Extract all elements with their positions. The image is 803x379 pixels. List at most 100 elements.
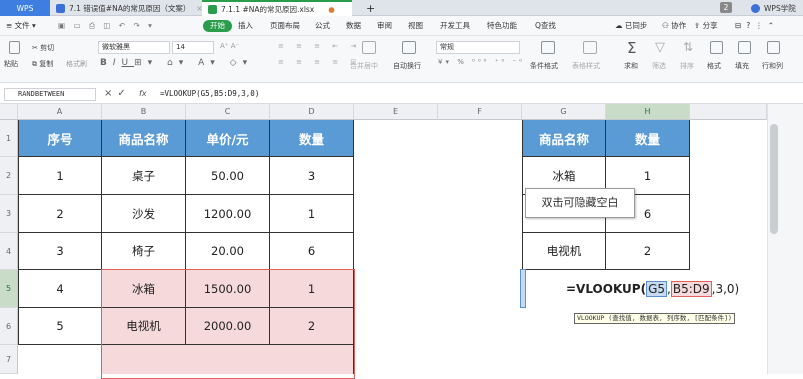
cut-button[interactable]: ✂ 剪切: [32, 43, 54, 53]
menu-search[interactable]: Q查找: [535, 16, 556, 36]
table1-header-name[interactable]: 商品名称: [102, 120, 186, 157]
column-header-a[interactable]: A: [18, 104, 102, 120]
table-cell[interactable]: 2: [18, 195, 102, 233]
filter-icon[interactable]: ▽: [655, 40, 665, 55]
select-all-corner[interactable]: [0, 104, 18, 120]
spreadsheet-grid[interactable]: A B C D E F G H 1 2 3 4 5 6 7 序号 商品名称 单价…: [0, 104, 803, 379]
sort-button[interactable]: 排序: [680, 61, 694, 71]
collab-button[interactable]: ⚇ 协作: [662, 16, 686, 36]
row-header-3[interactable]: 3: [0, 195, 18, 233]
table-cell[interactable]: 桌子: [102, 157, 186, 195]
table-cell[interactable]: 电视机: [522, 233, 606, 270]
table-cell[interactable]: 2: [606, 233, 690, 270]
rowcol-icon[interactable]: [767, 41, 780, 54]
menu-layout[interactable]: 页面布局: [270, 16, 300, 36]
table-cell[interactable]: 沙发: [102, 195, 186, 233]
row-header-5[interactable]: 5: [0, 270, 18, 308]
wrap-button[interactable]: 自动换行: [393, 61, 421, 71]
column-header-f[interactable]: F: [438, 104, 522, 120]
column-header-b[interactable]: B: [102, 104, 186, 120]
table-cell[interactable]: 1200.00: [186, 195, 270, 233]
number-format-icons[interactable]: ¥▾ % ⁰⁰⁰ ⁺⁰ ⁻⁰: [438, 58, 525, 66]
format-icon[interactable]: [710, 41, 723, 54]
document-tab-1[interactable]: 7.1 错误值#NA的常见原因（文案） ×: [50, 0, 203, 16]
table-cell[interactable]: 4: [18, 270, 102, 308]
table-cell[interactable]: 50.00: [186, 157, 270, 195]
window-tools[interactable]: ⊟?⋮⌃: [735, 16, 779, 36]
copy-button[interactable]: ⧉ 复制: [32, 59, 53, 69]
menu-insert[interactable]: 插入: [238, 16, 253, 36]
table1-header-qty[interactable]: 数量: [270, 120, 354, 157]
menu-file[interactable]: ≡ 文件 ▾: [6, 16, 36, 36]
row-header-4[interactable]: 4: [0, 233, 18, 270]
table-cell[interactable]: 20.00: [186, 233, 270, 270]
table2-header-qty[interactable]: 数量: [606, 120, 690, 157]
row-header-2[interactable]: 2: [0, 157, 18, 195]
share-button[interactable]: ⇪ 分享: [694, 16, 718, 36]
table-cell[interactable]: 3: [270, 157, 354, 195]
table2-header-name[interactable]: 商品名称: [522, 120, 606, 157]
table1-header-index[interactable]: 序号: [18, 120, 102, 157]
name-box[interactable]: RANDBETWEEN: [4, 88, 96, 101]
confirm-icon[interactable]: ✓: [117, 88, 130, 99]
rowcol-button[interactable]: 行和列: [762, 61, 783, 71]
fill-icon[interactable]: [738, 41, 751, 54]
column-header-h[interactable]: H: [606, 104, 690, 120]
sum-button[interactable]: 求和: [624, 61, 638, 71]
merge-button[interactable]: 合并居中: [350, 61, 378, 71]
paste-icon[interactable]: [9, 41, 20, 54]
table-cell[interactable]: 1: [270, 195, 354, 233]
table-cell[interactable]: 椅子: [102, 233, 186, 270]
new-tab-button[interactable]: +: [360, 0, 381, 16]
quick-access-icons[interactable]: ▣ ▭ ⎙ ◫ ↶ ↷ ▾: [58, 16, 155, 36]
font-family-select[interactable]: 微软雅黑: [98, 41, 170, 54]
column-header-e[interactable]: E: [354, 104, 438, 120]
sync-status[interactable]: ☁ 已同步: [615, 16, 647, 36]
insert-function-icon[interactable]: fx: [139, 89, 147, 98]
paste-button[interactable]: 粘贴: [4, 59, 18, 69]
vertical-scrollbar[interactable]: [767, 104, 803, 374]
document-tab-2[interactable]: 7.1.1 #NA的常见原因.xlsx ●: [202, 0, 352, 16]
menu-review[interactable]: 审阅: [377, 16, 392, 36]
sort-icon[interactable]: ⇅: [683, 40, 693, 54]
align-icons[interactable]: ≡ ≡ ≡ ⇤ ⇥: [278, 42, 361, 50]
menu-view[interactable]: 视图: [408, 16, 423, 36]
table-cell[interactable]: 1: [18, 157, 102, 195]
row-header-1[interactable]: 1: [0, 120, 18, 157]
column-header-d[interactable]: D: [270, 104, 354, 120]
formula-input[interactable]: =VLOOKUP(G5,B5:D9,3,0): [160, 89, 259, 98]
bold-icon[interactable]: B: [100, 58, 113, 68]
text-format-buttons[interactable]: BIU⊞▾ ⌂▾ A▾ ◇▾: [100, 58, 253, 68]
merge-icon[interactable]: [362, 41, 376, 54]
table-cell[interactable]: 6: [270, 233, 354, 270]
menu-data[interactable]: 数据: [346, 16, 361, 36]
menu-special[interactable]: 特色功能: [487, 16, 517, 36]
table-cell[interactable]: 3: [18, 233, 102, 270]
sum-icon[interactable]: Σ: [627, 39, 636, 57]
font-size-select[interactable]: 14: [172, 41, 214, 54]
formula-action-icons[interactable]: ×✓: [104, 88, 131, 99]
scroll-thumb[interactable]: [770, 124, 778, 234]
conditional-format-button[interactable]: 条件格式: [530, 61, 558, 71]
column-header-g[interactable]: G: [522, 104, 606, 120]
badge[interactable]: 2: [720, 2, 732, 13]
number-format-select[interactable]: 常规: [436, 41, 520, 54]
table-style-button[interactable]: 表格样式: [572, 61, 600, 71]
format-painter-button[interactable]: 格式刷: [66, 59, 87, 69]
table-style-icon[interactable]: [583, 41, 597, 54]
underline-icon[interactable]: U: [122, 58, 135, 68]
filter-button[interactable]: 筛选: [652, 61, 666, 71]
row-header-6[interactable]: 6: [0, 308, 18, 345]
menu-dev[interactable]: 开发工具: [440, 16, 470, 36]
table1-header-price[interactable]: 单价/元: [186, 120, 270, 157]
menu-start[interactable]: 开始: [203, 20, 232, 32]
row-header-7[interactable]: 7: [0, 345, 18, 374]
wps-academy-link[interactable]: WPS学院: [745, 0, 802, 16]
italic-icon[interactable]: I: [113, 58, 122, 68]
conditional-format-icon[interactable]: [541, 41, 555, 54]
cancel-icon[interactable]: ×: [104, 88, 117, 99]
column-header-c[interactable]: C: [186, 104, 270, 120]
wrap-icon[interactable]: [402, 41, 416, 54]
fill-button[interactable]: 填充: [735, 61, 749, 71]
active-cell-editor[interactable]: =VLOOKUP(G5, B5:D9,3,0): [526, 270, 766, 308]
